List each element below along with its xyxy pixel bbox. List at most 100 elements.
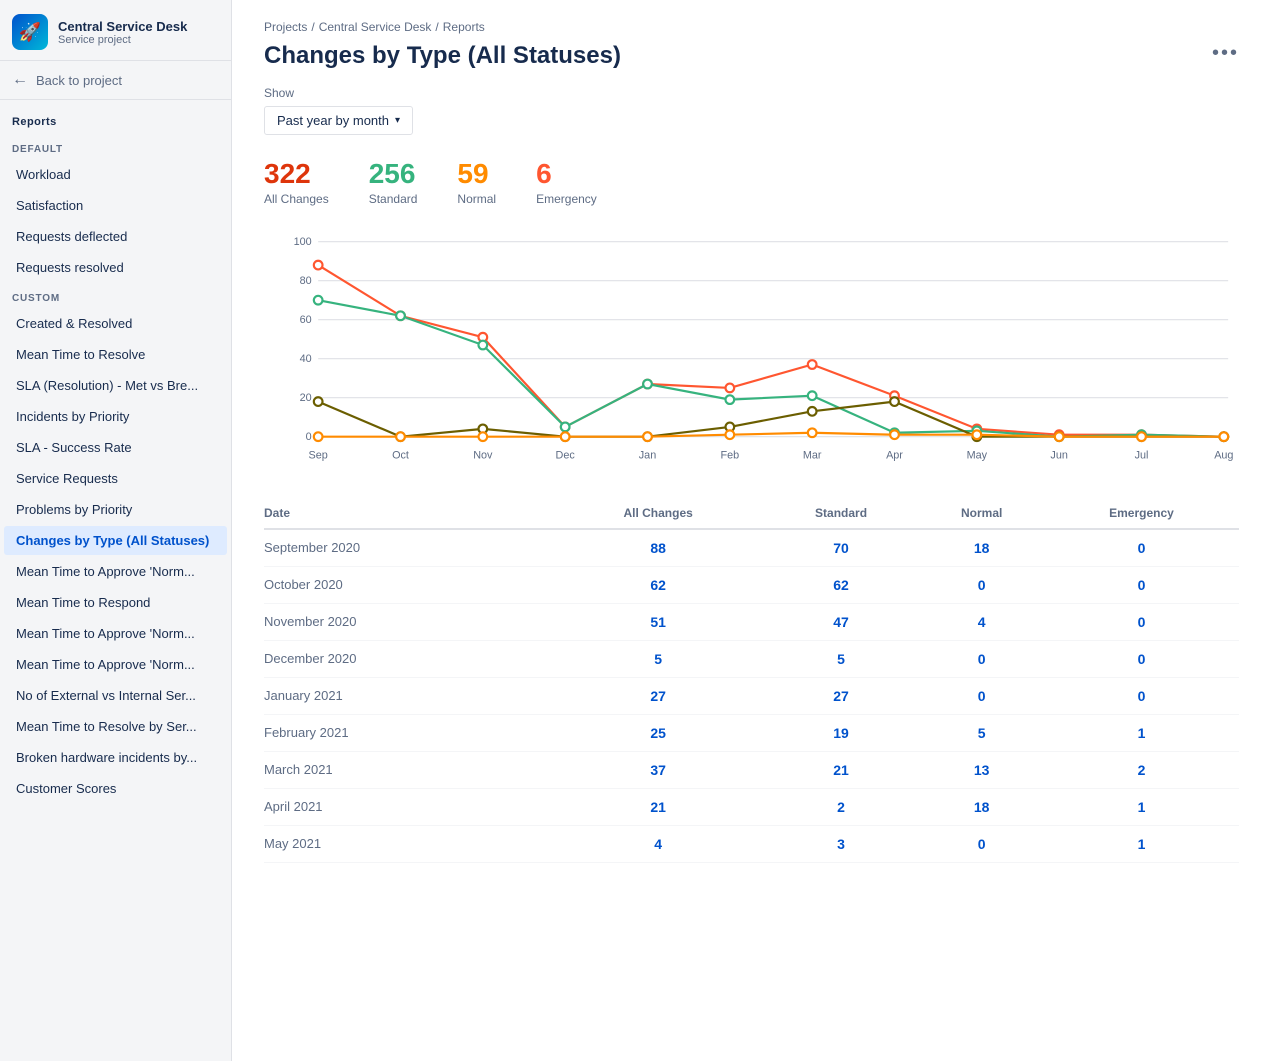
sidebar-item-mean-respond[interactable]: Mean Time to Respond — [4, 588, 227, 617]
cell-normal: 0 — [919, 825, 1044, 862]
sidebar-item-mean-approve-3[interactable]: Mean Time to Approve 'Norm... — [4, 650, 227, 679]
sidebar-item-workload[interactable]: Workload — [4, 160, 227, 189]
cell-date: February 2021 — [264, 714, 554, 751]
cell-date: March 2021 — [264, 751, 554, 788]
svg-text:40: 40 — [300, 353, 312, 365]
svg-text:Oct: Oct — [392, 449, 409, 461]
col-header-normal: Normal — [919, 498, 1044, 529]
cell-all-changes: 62 — [554, 566, 763, 603]
cell-normal: 18 — [919, 529, 1044, 567]
sidebar-item-broken-hardware[interactable]: Broken hardware incidents by... — [4, 743, 227, 772]
sidebar-item-sla-success[interactable]: SLA - Success Rate — [4, 433, 227, 462]
cell-emergency: 1 — [1044, 788, 1239, 825]
cell-normal: 0 — [919, 640, 1044, 677]
breadcrumb-projects[interactable]: Projects — [264, 20, 307, 34]
sidebar-item-changes-type[interactable]: Changes by Type (All Statuses) — [4, 526, 227, 555]
sidebar-item-mean-approve-2[interactable]: Mean Time to Approve 'Norm... — [4, 619, 227, 648]
data-table: Date All Changes Standard Normal Emergen… — [264, 498, 1239, 863]
default-group-label: DEFAULT — [0, 134, 231, 159]
cell-standard: 70 — [763, 529, 920, 567]
stat-all-changes-label: All Changes — [264, 192, 329, 206]
svg-text:60: 60 — [300, 314, 312, 326]
stat-standard-value: 256 — [369, 159, 418, 190]
breadcrumb-central-service[interactable]: Central Service Desk — [319, 20, 432, 34]
table-row: May 2021 4 3 0 1 — [264, 825, 1239, 862]
time-period-dropdown[interactable]: Past year by month ▾ — [264, 106, 413, 135]
svg-text:Apr: Apr — [886, 449, 903, 461]
cell-emergency: 0 — [1044, 677, 1239, 714]
cell-emergency: 0 — [1044, 603, 1239, 640]
stats-row: 322 All Changes 256 Standard 59 Normal 6… — [264, 159, 1239, 206]
cell-standard: 2 — [763, 788, 920, 825]
table-row: April 2021 21 2 18 1 — [264, 788, 1239, 825]
table-row: February 2021 25 19 5 1 — [264, 714, 1239, 751]
svg-text:May: May — [967, 449, 988, 461]
cell-date: May 2021 — [264, 825, 554, 862]
cell-date: September 2020 — [264, 529, 554, 567]
cell-standard: 21 — [763, 751, 920, 788]
sidebar-item-mean-resolve-ser[interactable]: Mean Time to Resolve by Ser... — [4, 712, 227, 741]
cell-all-changes: 27 — [554, 677, 763, 714]
line-chart: 100 80 60 40 20 0 Sep Oct Nov Dec Jan Fe… — [264, 230, 1239, 470]
table-row: December 2020 5 5 0 0 — [264, 640, 1239, 677]
cell-normal: 18 — [919, 788, 1044, 825]
svg-text:20: 20 — [300, 392, 312, 404]
svg-text:Sep: Sep — [309, 449, 328, 461]
more-menu-button[interactable]: ••• — [1212, 42, 1239, 65]
reports-section-title: Reports — [0, 100, 231, 134]
svg-text:0: 0 — [306, 431, 312, 443]
sidebar-item-external-internal[interactable]: No of External vs Internal Ser... — [4, 681, 227, 710]
cell-emergency: 2 — [1044, 751, 1239, 788]
cell-date: December 2020 — [264, 640, 554, 677]
svg-text:Mar: Mar — [803, 449, 822, 461]
sidebar-item-requests-deflected[interactable]: Requests deflected — [4, 222, 227, 251]
svg-text:Nov: Nov — [473, 449, 493, 461]
sidebar-item-mean-approve-1[interactable]: Mean Time to Approve 'Norm... — [4, 557, 227, 586]
time-period-value: Past year by month — [277, 113, 389, 128]
cell-normal: 0 — [919, 677, 1044, 714]
cell-date: January 2021 — [264, 677, 554, 714]
cell-emergency: 0 — [1044, 566, 1239, 603]
sidebar-item-incidents-priority[interactable]: Incidents by Priority — [4, 402, 227, 431]
cell-all-changes: 25 — [554, 714, 763, 751]
chart-svg: 100 80 60 40 20 0 Sep Oct Nov Dec Jan Fe… — [264, 230, 1239, 470]
cell-all-changes: 37 — [554, 751, 763, 788]
svg-text:Jul: Jul — [1135, 449, 1149, 461]
col-header-date: Date — [264, 498, 554, 529]
breadcrumb: Projects / Central Service Desk / Report… — [264, 20, 1239, 34]
table-row: January 2021 27 27 0 0 — [264, 677, 1239, 714]
sidebar-item-requests-resolved[interactable]: Requests resolved — [4, 253, 227, 282]
stat-emergency-value: 6 — [536, 159, 597, 190]
cell-all-changes: 88 — [554, 529, 763, 567]
stat-standard-label: Standard — [369, 192, 418, 206]
col-header-all-changes: All Changes — [554, 498, 763, 529]
back-label: Back to project — [36, 73, 122, 88]
cell-emergency: 1 — [1044, 714, 1239, 751]
breadcrumb-sep-2: / — [435, 20, 438, 34]
sidebar-item-problems-priority[interactable]: Problems by Priority — [4, 495, 227, 524]
stat-emergency-label: Emergency — [536, 192, 597, 206]
page-header: Changes by Type (All Statuses) ••• — [264, 42, 1239, 70]
cell-all-changes: 5 — [554, 640, 763, 677]
sidebar-item-satisfaction[interactable]: Satisfaction — [4, 191, 227, 220]
sidebar-item-customer-scores[interactable]: Customer Scores — [4, 774, 227, 803]
sidebar-item-service-requests[interactable]: Service Requests — [4, 464, 227, 493]
stat-all-changes: 322 All Changes — [264, 159, 329, 206]
stat-emergency: 6 Emergency — [536, 159, 597, 206]
main-content: Projects / Central Service Desk / Report… — [232, 0, 1271, 1061]
back-to-project-btn[interactable]: ← Back to project — [0, 61, 231, 100]
cell-date: October 2020 — [264, 566, 554, 603]
sidebar-item-created-resolved[interactable]: Created & Resolved — [4, 309, 227, 338]
sidebar: 🚀 Central Service Desk Service project ←… — [0, 0, 232, 1061]
svg-text:Jun: Jun — [1050, 449, 1067, 461]
sidebar-item-mean-time-resolve[interactable]: Mean Time to Resolve — [4, 340, 227, 369]
sidebar-item-sla-resolution[interactable]: SLA (Resolution) - Met vs Bre... — [4, 371, 227, 400]
cell-normal: 13 — [919, 751, 1044, 788]
stat-all-changes-value: 322 — [264, 159, 329, 190]
svg-text:Aug: Aug — [1214, 449, 1233, 461]
svg-text:100: 100 — [294, 236, 312, 248]
table-row: March 2021 37 21 13 2 — [264, 751, 1239, 788]
table-body: September 2020 88 70 18 0 October 2020 6… — [264, 529, 1239, 863]
project-name: Central Service Desk — [58, 19, 187, 34]
svg-text:Dec: Dec — [556, 449, 576, 461]
